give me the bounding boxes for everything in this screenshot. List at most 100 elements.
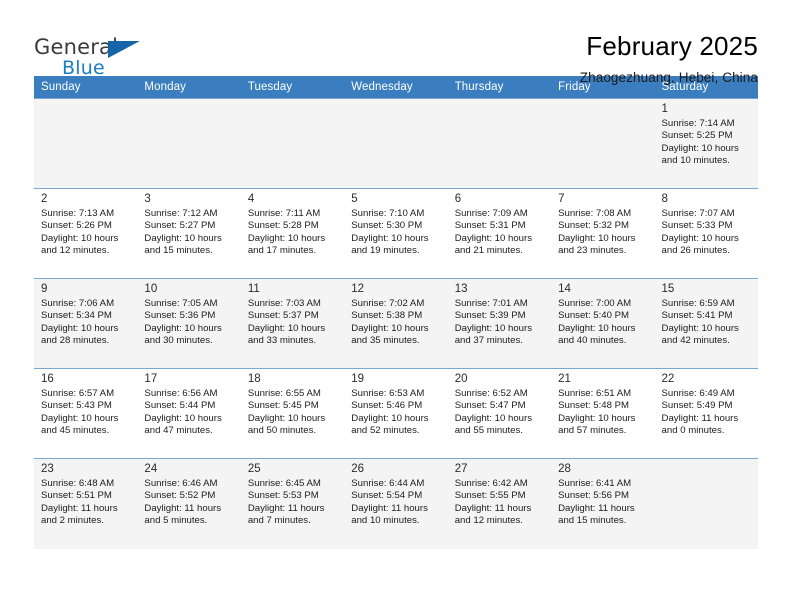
page-header: General Blue February 2025 Zhaogezhuang,… <box>34 0 758 85</box>
day-number <box>448 99 551 116</box>
day-sun-info: Sunrise: 6:59 AM Sunset: 5:41 PM Daylight:… <box>655 296 758 348</box>
calendar-day-cell[interactable]: 10 Sunrise: 7:05 AM Sunset: 5:36 PM Dayligh… <box>137 278 241 369</box>
calendar-day-cell[interactable]: 19 Sunrise: 6:53 AM Sunset: 5:46 PM Dayligh… <box>344 368 448 459</box>
sunset-time: Sunset: 5:48 PM <box>558 400 630 412</box>
calendar-day-cell[interactable]: 20 Sunrise: 6:52 AM Sunset: 5:47 PM Dayligh… <box>447 368 552 459</box>
day-number: 16 <box>41 373 54 385</box>
sunset-time: Sunset: 5:34 PM <box>41 310 112 322</box>
brand-logo[interactable]: General Blue <box>34 30 174 86</box>
day-number: 23 <box>41 463 54 475</box>
sunrise-time: Sunrise: 7:02 AM <box>351 298 425 309</box>
day-sun-info: Sunrise: 7:02 AM Sunset: 5:38 PM Daylight:… <box>344 296 447 348</box>
day-number: 1 <box>661 103 668 115</box>
calendar-day-cell[interactable]: 13 Sunrise: 7:01 AM Sunset: 5:39 PM Dayligh… <box>447 278 552 369</box>
calendar-week-row: 2 Sunrise: 7:13 AM Sunset: 5:26 PM Daylight… <box>34 188 758 279</box>
sunrise-time: Sunrise: 7:08 AM <box>558 208 632 219</box>
daylight-duration-line1: Daylight: 10 hours <box>558 322 636 334</box>
daylight-duration-line1: Daylight: 10 hours <box>558 412 636 424</box>
calendar-day-cell[interactable]: 22 Sunrise: 6:49 AM Sunset: 5:49 PM Dayligh… <box>654 368 758 459</box>
day-sun-info: Sunrise: 7:09 AM Sunset: 5:31 PM Daylight:… <box>448 206 551 258</box>
sunrise-time: Sunrise: 6:51 AM <box>558 388 632 399</box>
sunrise-time: Sunrise: 6:55 AM <box>247 388 321 399</box>
day-sun-info: Sunrise: 7:00 AM Sunset: 5:40 PM Daylight:… <box>551 296 654 348</box>
calendar-day-cell[interactable]: 21 Sunrise: 6:51 AM Sunset: 5:48 PM Dayligh… <box>551 368 655 459</box>
day-number: 13 <box>454 283 468 295</box>
calendar-day-cell[interactable]: 15 Sunrise: 6:59 AM Sunset: 5:41 PM Dayligh… <box>654 278 758 369</box>
calendar-cell-empty <box>447 98 552 189</box>
day-sun-info: Sunrise: 6:42 AM Sunset: 5:55 PM Daylight:… <box>448 476 551 528</box>
calendar-day-cell[interactable]: 7 Sunrise: 7:08 AM Sunset: 5:32 PM Daylight… <box>551 188 655 279</box>
calendar-day-cell[interactable]: 2 Sunrise: 7:13 AM Sunset: 5:26 PM Daylight… <box>34 188 138 279</box>
day-sun-info: Sunrise: 6:51 AM Sunset: 5:48 PM Daylight:… <box>551 386 654 438</box>
calendar-day-cell[interactable]: 5 Sunrise: 7:10 AM Sunset: 5:30 PM Daylight… <box>344 188 448 279</box>
day-number: 3 <box>144 193 151 205</box>
calendar-day-cell[interactable]: 23 Sunrise: 6:48 AM Sunset: 5:51 PM Dayligh… <box>34 458 138 549</box>
calendar-cell-empty <box>551 98 655 189</box>
day-number: 22 <box>661 373 675 385</box>
sunset-time: Sunset: 5:28 PM <box>247 220 319 232</box>
daylight-duration-line1: Daylight: 10 hours <box>41 232 119 244</box>
calendar-day-cell[interactable]: 11 Sunrise: 7:03 AM Sunset: 5:37 PM Dayligh… <box>240 278 345 369</box>
day-number: 17 <box>144 373 158 385</box>
calendar-body: 1 Sunrise: 7:14 AM Sunset: 5:25 PM Daylight… <box>34 98 758 549</box>
calendar-day-cell[interactable]: 18 Sunrise: 6:55 AM Sunset: 5:45 PM Dayligh… <box>240 368 345 459</box>
day-number: 20 <box>454 373 468 385</box>
daylight-duration-line1: Daylight: 10 hours <box>144 232 222 244</box>
day-number <box>344 99 447 116</box>
daylight-duration-line1: Daylight: 10 hours <box>144 412 222 424</box>
sunrise-time: Sunrise: 7:00 AM <box>558 298 632 309</box>
calendar-day-cell[interactable]: 1 Sunrise: 7:14 AM Sunset: 5:25 PM Daylight… <box>654 98 758 189</box>
daylight-duration-line1: Daylight: 11 hours <box>661 412 739 424</box>
day-number: 14 <box>558 283 571 295</box>
sunset-time: Sunset: 5:33 PM <box>661 220 733 232</box>
day-sun-info: Sunrise: 6:48 AM Sunset: 5:51 PM Daylight:… <box>34 476 137 528</box>
sunset-time: Sunset: 5:56 PM <box>558 490 630 502</box>
day-number <box>655 459 758 476</box>
day-sun-info: Sunrise: 7:10 AM Sunset: 5:30 PM Daylight:… <box>344 206 447 258</box>
calendar-day-cell[interactable]: 26 Sunrise: 6:44 AM Sunset: 5:54 PM Dayligh… <box>344 458 448 549</box>
day-number: 19 <box>351 373 365 385</box>
day-sun-info: Sunrise: 7:08 AM Sunset: 5:32 PM Daylight:… <box>551 206 654 258</box>
page-title: February 2025 <box>586 31 758 61</box>
day-sun-info: Sunrise: 6:52 AM Sunset: 5:47 PM Daylight:… <box>448 386 551 438</box>
calendar-day-cell[interactable]: 3 Sunrise: 7:12 AM Sunset: 5:27 PM Daylight… <box>137 188 241 279</box>
daylight-duration-line2: and 2 minutes. <box>41 515 104 527</box>
sunset-time: Sunset: 5:40 PM <box>558 310 630 322</box>
day-number: 7 <box>558 193 565 205</box>
daylight-duration-line1: Daylight: 10 hours <box>558 232 636 244</box>
day-sun-info: Sunrise: 6:56 AM Sunset: 5:44 PM Daylight:… <box>137 386 240 438</box>
day-sun-info: Sunrise: 6:41 AM Sunset: 5:56 PM Daylight:… <box>551 476 654 528</box>
day-number <box>551 99 654 116</box>
day-sun-info: Sunrise: 7:11 AM Sunset: 5:28 PM Daylight:… <box>241 206 344 258</box>
sunrise-time: Sunrise: 6:48 AM <box>41 478 115 489</box>
calendar-day-cell[interactable]: 12 Sunrise: 7:02 AM Sunset: 5:38 PM Dayligh… <box>344 278 448 369</box>
triangle-logo-icon <box>108 41 140 58</box>
calendar-day-cell[interactable]: 8 Sunrise: 7:07 AM Sunset: 5:33 PM Daylight… <box>654 188 758 279</box>
calendar-day-cell[interactable]: 28 Sunrise: 6:41 AM Sunset: 5:56 PM Dayligh… <box>551 458 655 549</box>
sunset-time: Sunset: 5:25 PM <box>661 130 733 142</box>
calendar-day-cell[interactable]: 24 Sunrise: 6:46 AM Sunset: 5:52 PM Dayligh… <box>137 458 241 549</box>
daylight-duration-line2: and 45 minutes. <box>41 425 110 437</box>
calendar-day-cell[interactable]: 25 Sunrise: 6:45 AM Sunset: 5:53 PM Dayligh… <box>240 458 345 549</box>
sunset-time: Sunset: 5:55 PM <box>454 490 526 502</box>
calendar-day-cell[interactable]: 27 Sunrise: 6:42 AM Sunset: 5:55 PM Dayligh… <box>447 458 552 549</box>
day-number: 28 <box>558 463 571 475</box>
calendar-day-cell[interactable]: 9 Sunrise: 7:06 AM Sunset: 5:34 PM Daylight… <box>34 278 138 369</box>
sunrise-time: Sunrise: 7:01 AM <box>454 298 528 309</box>
calendar-day-cell[interactable]: 14 Sunrise: 7:00 AM Sunset: 5:40 PM Dayligh… <box>551 278 655 369</box>
calendar-day-cell[interactable]: 6 Sunrise: 7:09 AM Sunset: 5:31 PM Daylight… <box>447 188 552 279</box>
daylight-duration-line2: and 52 minutes. <box>351 425 420 437</box>
daylight-duration-line1: Daylight: 10 hours <box>351 412 429 424</box>
day-sun-info: Sunrise: 7:13 AM Sunset: 5:26 PM Daylight:… <box>34 206 137 258</box>
daylight-duration-line2: and 7 minutes. <box>247 515 311 527</box>
day-number: 12 <box>351 283 365 295</box>
calendar-day-cell[interactable]: 17 Sunrise: 6:56 AM Sunset: 5:44 PM Dayligh… <box>137 368 241 459</box>
sunrise-time: Sunrise: 6:44 AM <box>351 478 425 489</box>
day-sun-info: Sunrise: 7:05 AM Sunset: 5:36 PM Daylight:… <box>137 296 240 348</box>
calendar-day-cell[interactable]: 16 Sunrise: 6:57 AM Sunset: 5:43 PM Dayligh… <box>34 368 138 459</box>
calendar-day-cell[interactable]: 4 Sunrise: 7:11 AM Sunset: 5:28 PM Daylight… <box>240 188 345 279</box>
daylight-duration-line2: and 37 minutes. <box>454 335 523 347</box>
daylight-duration-line1: Daylight: 10 hours <box>351 232 429 244</box>
sunset-time: Sunset: 5:54 PM <box>351 490 423 502</box>
daylight-duration-line1: Daylight: 10 hours <box>247 412 326 424</box>
